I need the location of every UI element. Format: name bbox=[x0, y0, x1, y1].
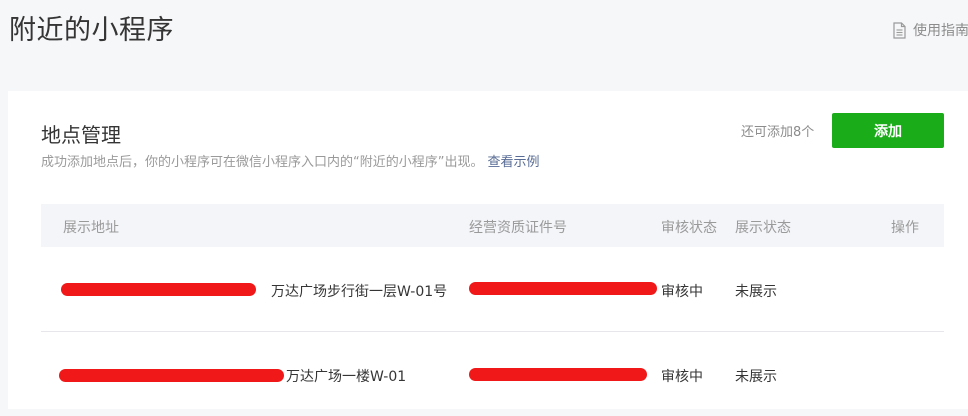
address-cell: 万达广场一楼W-01 bbox=[286, 369, 407, 385]
column-header-actions: 操作 bbox=[891, 220, 919, 236]
view-example-link[interactable]: 查看示例 bbox=[487, 155, 539, 170]
section-title: 地点管理 bbox=[41, 123, 121, 147]
add-button[interactable]: 添加 bbox=[832, 113, 944, 148]
location-management-card: 地点管理 成功添加地点后，你的小程序可在微信小程序入口内的“附近的小程序”出现。… bbox=[8, 91, 968, 409]
table-row: 万达广场步行街一层W-01号 审核中 未展示 bbox=[41, 247, 944, 332]
address-cell: 万达广场步行街一层W-01号 bbox=[271, 284, 448, 300]
redaction-mark bbox=[59, 369, 284, 382]
column-header-license: 经营资质证件号 bbox=[469, 220, 567, 236]
audit-status-cell: 审核中 bbox=[661, 284, 703, 300]
redaction-mark bbox=[469, 282, 657, 295]
column-header-audit-status: 审核状态 bbox=[661, 220, 717, 236]
display-status-cell: 未展示 bbox=[735, 369, 777, 385]
description-text: 成功添加地点后，你的小程序可在微信小程序入口内的“附近的小程序”出现。 bbox=[41, 155, 484, 170]
redaction-mark bbox=[469, 368, 647, 381]
table-row: 万达广场一楼W-01 审核中 未展示 bbox=[41, 332, 944, 416]
audit-status-cell: 审核中 bbox=[661, 369, 703, 385]
column-header-display-status: 展示状态 bbox=[735, 220, 791, 236]
section-description: 成功添加地点后，你的小程序可在微信小程序入口内的“附近的小程序”出现。 查看示例 bbox=[41, 151, 540, 170]
page-title: 附近的小程序 bbox=[9, 15, 174, 46]
redaction-mark bbox=[61, 283, 256, 296]
document-icon bbox=[893, 21, 906, 39]
remaining-count: 还可添加8个 bbox=[741, 125, 815, 140]
display-status-cell: 未展示 bbox=[735, 284, 777, 300]
locations-table: 展示地址 经营资质证件号 审核状态 展示状态 操作 万达广场步行街一层W-01号… bbox=[41, 204, 944, 416]
guide-link[interactable]: 使用指南 bbox=[892, 20, 968, 40]
guide-label: 使用指南 bbox=[913, 23, 968, 39]
table-header: 展示地址 经营资质证件号 审核状态 展示状态 操作 bbox=[41, 204, 944, 247]
column-header-address: 展示地址 bbox=[63, 220, 119, 236]
